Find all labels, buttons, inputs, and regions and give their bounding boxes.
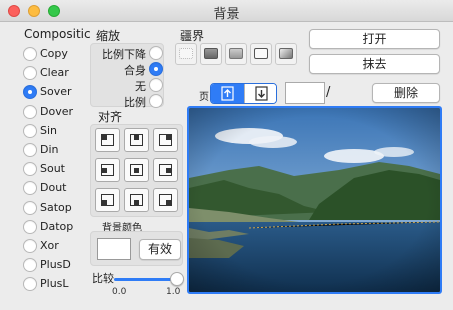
delete-button[interactable]: 删除	[372, 83, 440, 103]
scale-radio[interactable]	[149, 94, 163, 108]
page-up-icon	[221, 86, 234, 101]
composition-radio[interactable]	[23, 181, 37, 196]
composition-option-label: Satop	[40, 200, 72, 214]
composition-radio[interactable]	[23, 239, 37, 253]
align-center-button[interactable]	[124, 158, 149, 182]
composition-option-label: PlusL	[40, 277, 69, 291]
page-prev-segment[interactable]	[211, 84, 244, 103]
border-title: 疆界	[180, 29, 205, 43]
composition-radio[interactable]	[23, 258, 37, 273]
page-number-input[interactable]	[285, 82, 325, 104]
align-bottom-right-button[interactable]	[153, 188, 178, 212]
composition-option-label: Din	[40, 143, 59, 156]
composition-option-label: Clear	[40, 66, 69, 80]
composition-option-label: Dout	[40, 181, 67, 195]
composition-option[interactable]: PlusL	[21, 273, 81, 297]
composition-radio[interactable]	[23, 66, 37, 81]
composition-title: Compositic	[24, 27, 91, 41]
align-middle-left-button[interactable]	[95, 158, 120, 182]
border-bezel-button[interactable]	[200, 43, 222, 65]
composition-radio[interactable]	[23, 123, 37, 138]
ratio-min-label: 0.0	[112, 287, 127, 297]
composition-option-label: PlusD	[40, 258, 71, 272]
composition-option-label: Xor	[40, 239, 59, 252]
title-bar: 背景	[0, 0, 453, 22]
composition-option-label: Sout	[40, 162, 65, 176]
border-groove-button[interactable]	[225, 43, 247, 65]
composition-option-label: Sin	[40, 123, 58, 137]
align-title: 对齐	[98, 110, 123, 124]
composition-radio[interactable]	[23, 162, 37, 177]
page-segmented-control	[210, 83, 277, 104]
background-color-swatch[interactable]	[97, 238, 131, 260]
page-separator: /	[326, 85, 331, 100]
erase-button[interactable]: 抹去	[309, 54, 440, 74]
composition-radio[interactable]	[23, 85, 37, 100]
composition-option-label: Dover	[40, 104, 73, 118]
composition-radio[interactable]	[23, 219, 37, 234]
composition-option-label: Sover	[40, 85, 72, 99]
scale-option-label: 比例	[124, 96, 146, 109]
scale-radio[interactable]	[149, 62, 163, 76]
scale-title: 缩放	[96, 29, 121, 43]
ratio-slider-knob[interactable]	[170, 272, 184, 286]
align-top-center-button[interactable]	[124, 128, 149, 152]
background-color-group: 有效	[90, 231, 183, 266]
ratio-slider-track[interactable]	[114, 278, 176, 281]
composition-option-label: Copy	[40, 47, 68, 60]
effective-button[interactable]: 有效	[139, 239, 181, 260]
window-title: 背景	[213, 7, 240, 22]
border-button-style-button[interactable]	[275, 43, 297, 65]
open-button[interactable]: 打开	[309, 29, 440, 49]
ratio-label: 比较	[92, 272, 114, 285]
scale-radio-group: 比例下降 合身 无 比例	[90, 43, 164, 109]
composition-radio[interactable]	[23, 47, 37, 61]
page-down-icon	[255, 86, 268, 101]
border-none-button[interactable]	[175, 43, 197, 65]
composition-radio[interactable]	[23, 104, 37, 119]
align-top-left-button[interactable]	[95, 128, 120, 152]
ratio-max-label: 1.0	[166, 287, 181, 297]
align-bottom-center-button[interactable]	[124, 188, 149, 212]
image-preview[interactable]	[187, 106, 442, 294]
align-middle-right-button[interactable]	[153, 158, 178, 182]
composition-radio[interactable]	[23, 200, 37, 215]
border-line-button[interactable]	[250, 43, 272, 65]
align-grid	[90, 124, 183, 217]
scale-radio[interactable]	[149, 78, 163, 92]
landscape-photo-image	[189, 108, 440, 292]
align-bottom-left-button[interactable]	[95, 188, 120, 212]
border-style-group	[175, 43, 300, 77]
composition-radio[interactable]	[23, 143, 37, 157]
page-next-segment[interactable]	[244, 84, 276, 103]
scale-radio[interactable]	[149, 46, 163, 60]
composition-radio[interactable]	[23, 277, 37, 292]
composition-option-label: Datop	[40, 219, 74, 233]
align-top-right-button[interactable]	[153, 128, 178, 152]
page-label: 页	[199, 92, 209, 103]
